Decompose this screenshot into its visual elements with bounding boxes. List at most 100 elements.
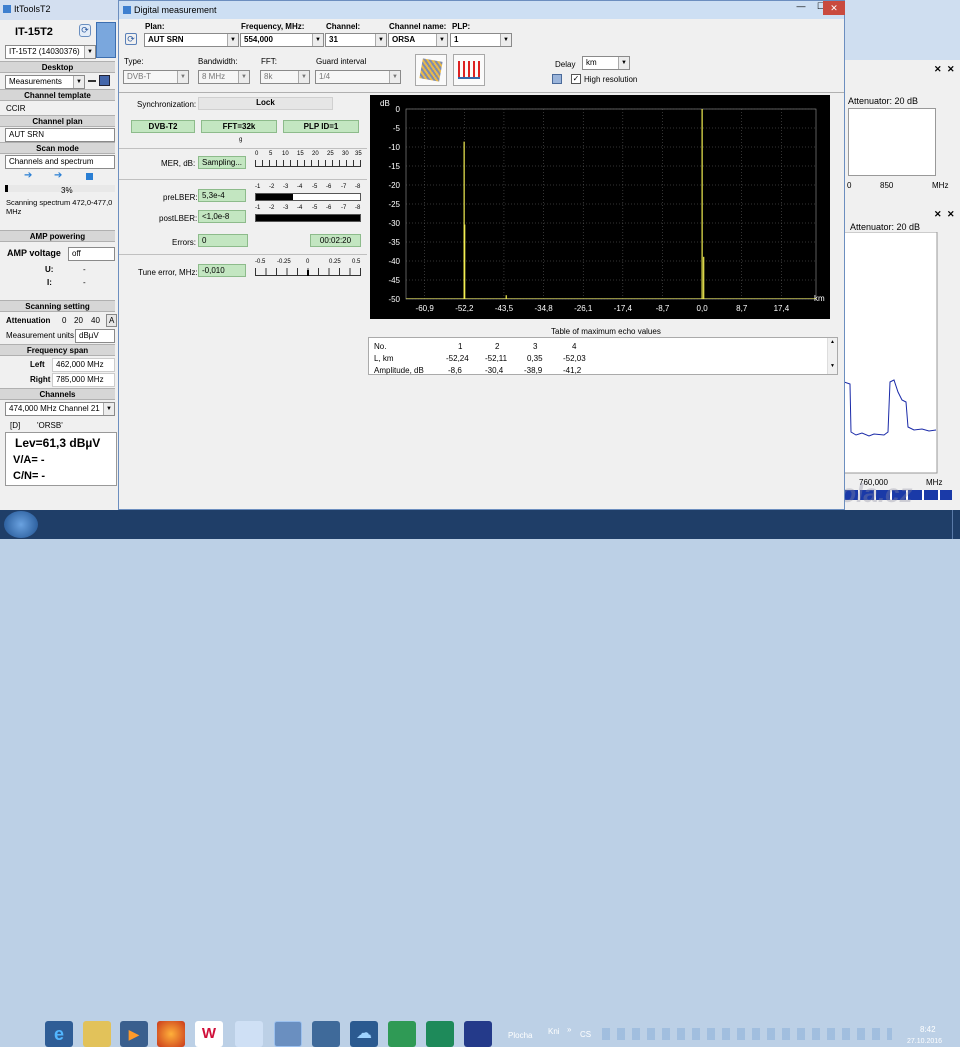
- right-freq-input[interactable]: 785,000 MHz: [52, 373, 115, 387]
- expand-toolbar-icon[interactable]: »: [567, 1025, 571, 1034]
- plp-select[interactable]: 1 ▼: [450, 33, 512, 47]
- ittools-icon[interactable]: [274, 1021, 302, 1047]
- clock-date[interactable]: 27.10.2016: [907, 1038, 942, 1045]
- frequency-select[interactable]: 554,000 ▼: [240, 33, 324, 47]
- network-icon[interactable]: [312, 1021, 340, 1047]
- attenuation-option-40[interactable]: 40: [91, 316, 100, 325]
- y-tick-label: -25: [388, 200, 400, 209]
- remove-desktop-icon[interactable]: [88, 80, 96, 82]
- app-title: ItToolsT2: [14, 4, 51, 14]
- ie-icon[interactable]: e: [45, 1021, 73, 1047]
- right-label: Right: [30, 375, 51, 384]
- ber-tick: -8: [355, 184, 361, 190]
- floppy-icon[interactable]: [464, 1021, 492, 1047]
- mer-tick: 25: [327, 151, 334, 157]
- preber-label: preLBER:: [163, 193, 198, 202]
- chart-view-icon[interactable]: [96, 22, 116, 58]
- echo-table-cell: -52,24: [446, 354, 469, 363]
- amp-header: AMP powering: [0, 230, 115, 242]
- ber-tick: -7: [341, 184, 347, 190]
- attenuation-option-0[interactable]: 0: [62, 316, 66, 325]
- postber-fill: [256, 215, 360, 221]
- scan-info: Scanning spectrum 472,0-477,0 MHz: [6, 198, 113, 216]
- app-titlebar: ItToolsT2: [0, 0, 120, 20]
- plan-value: AUT SRN: [148, 35, 184, 44]
- channel-name-label: Channel name:: [389, 22, 447, 31]
- constellation-button[interactable]: [415, 54, 447, 86]
- left-freq-input[interactable]: 462,000 MHz: [52, 358, 115, 372]
- close-icon[interactable]: ✕: [947, 209, 955, 220]
- fft-select[interactable]: 8k ▼: [260, 70, 310, 84]
- units-select[interactable]: dBµV: [75, 329, 115, 343]
- table-scrollbar[interactable]: ▲ ▼: [827, 338, 837, 374]
- tune-marker: [307, 270, 309, 276]
- kni-toolbar-label[interactable]: Kni: [548, 1027, 560, 1036]
- clock-time[interactable]: 8:42: [920, 1025, 936, 1034]
- y-tick-label: -50: [388, 295, 400, 304]
- minimize-icon[interactable]: —: [791, 1, 811, 15]
- delay-select[interactable]: km ▼: [582, 56, 630, 70]
- paint-icon[interactable]: [235, 1021, 263, 1047]
- toolbar-divider: [119, 92, 844, 93]
- cloud-icon[interactable]: ☁: [350, 1021, 378, 1047]
- echo-table-cell: -8,6: [448, 366, 462, 375]
- channels-select[interactable]: 474,000 MHz Channel 21 ▼: [5, 402, 115, 416]
- scan-mode-select[interactable]: Channels and spectrum: [5, 155, 115, 169]
- channel-name-select[interactable]: ORSA ▼: [388, 33, 448, 47]
- device-select[interactable]: IT-15T2 (14030376) ▼: [5, 45, 96, 59]
- show-desktop-button[interactable]: [952, 510, 960, 539]
- magnifier-icon[interactable]: [388, 1021, 416, 1047]
- fft-value: 8k: [264, 72, 273, 81]
- stop-icon[interactable]: [86, 173, 93, 180]
- channel-plan-select[interactable]: AUT SRN: [5, 128, 115, 142]
- desktop-select[interactable]: Measurements ▼: [5, 75, 85, 89]
- save-icon[interactable]: [552, 74, 562, 84]
- y-tick-label: -10: [388, 143, 400, 152]
- x-tick-label: -17,4: [614, 304, 633, 313]
- refresh-icon[interactable]: ⟳: [79, 24, 91, 37]
- tray-icons[interactable]: [602, 1028, 892, 1040]
- close-icon[interactable]: ✕: [823, 1, 845, 15]
- right-freq-value: 785,000 MHz: [56, 375, 104, 384]
- app-w-icon[interactable]: W: [195, 1021, 223, 1047]
- save-desktop-icon[interactable]: [99, 75, 110, 86]
- reload-icon[interactable]: ⟳: [125, 33, 137, 45]
- echo-table-cell: -38,9: [524, 366, 543, 375]
- start-button[interactable]: [4, 511, 38, 538]
- amp-voltage-select[interactable]: off: [68, 247, 115, 261]
- left-label: Left: [30, 360, 45, 369]
- attenuation-option-20[interactable]: 20: [74, 316, 83, 325]
- close-icon[interactable]: ✕: [934, 209, 942, 220]
- firefox-icon[interactable]: [157, 1021, 185, 1047]
- high-resolution-checkbox[interactable]: ✓: [571, 74, 581, 84]
- type-select[interactable]: DVB-T ▼: [123, 70, 189, 84]
- spectrum-analysis-button[interactable]: [453, 54, 485, 86]
- frequency-label: Frequency, MHz:: [241, 22, 305, 31]
- guard-select[interactable]: 1/4 ▼: [315, 70, 401, 84]
- echo-table-header-no: No.: [374, 342, 387, 351]
- echo-table-title: Table of maximum echo values: [551, 327, 661, 336]
- progress-percent: 3%: [61, 186, 73, 195]
- u-value: -: [83, 265, 86, 274]
- language-indicator[interactable]: CS: [580, 1030, 591, 1039]
- bandwidth-select[interactable]: 8 MHz ▼: [198, 70, 250, 84]
- close-icon[interactable]: ✕: [947, 64, 955, 75]
- tune-tick: 0: [306, 259, 310, 265]
- channels-select-value: 474,000 MHz Channel 21: [9, 404, 100, 413]
- forward-arrow-icon[interactable]: ➔: [24, 170, 32, 181]
- attenuation-option-auto[interactable]: A: [106, 314, 118, 327]
- satellite-icon[interactable]: [426, 1021, 454, 1047]
- mer-bar: [255, 160, 361, 167]
- forward-all-arrow-icon[interactable]: ➔: [54, 170, 62, 181]
- close-icon[interactable]: ✕: [934, 64, 942, 75]
- y-tick-label: 0: [396, 105, 401, 114]
- channel-select[interactable]: 31 ▼: [325, 33, 387, 47]
- folder-icon[interactable]: [83, 1021, 111, 1047]
- app-icon: [3, 5, 11, 13]
- y-tick-label: -45: [388, 276, 400, 285]
- desktop-toolbar-label[interactable]: Plocha: [508, 1031, 532, 1040]
- media-player-icon[interactable]: ▶: [120, 1021, 148, 1047]
- type-value: DVB-T: [127, 72, 151, 81]
- y-tick-label: -30: [388, 219, 400, 228]
- plan-select[interactable]: AUT SRN ▼: [144, 33, 239, 47]
